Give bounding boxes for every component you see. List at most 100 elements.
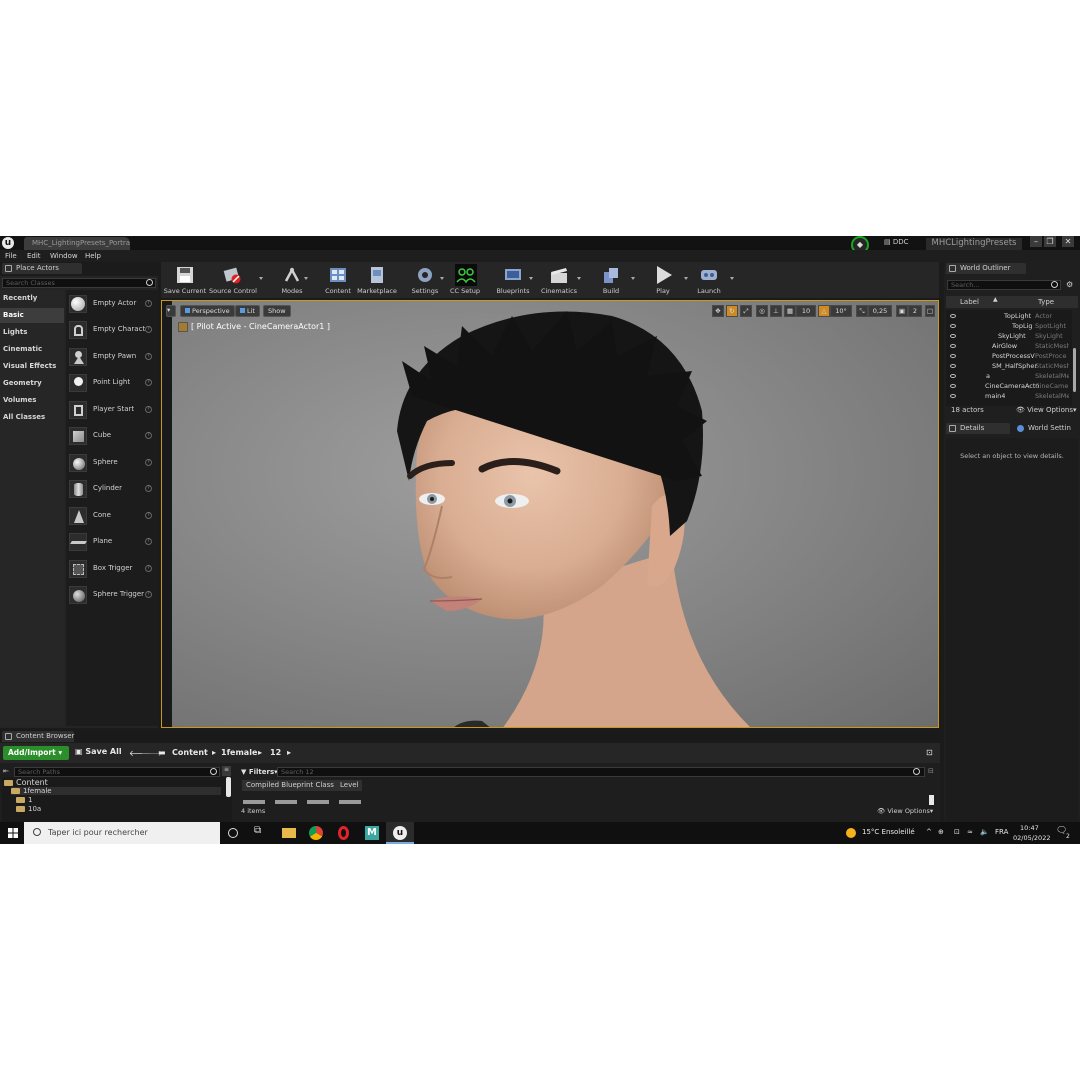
source-control-dropdown-icon[interactable] <box>259 277 263 280</box>
breadcrumb-12[interactable]: 12 <box>270 748 281 757</box>
filters-button[interactable]: ▼ Filters▾ <box>241 768 278 776</box>
level-tab[interactable]: MHC_LightingPresets_Portrai <box>24 237 130 250</box>
asset-search-input[interactable]: Search 12 <box>277 767 925 777</box>
clock-time[interactable]: 10:47 <box>1020 824 1039 832</box>
breadcrumb-separator-icon[interactable]: ▸ <box>287 748 291 757</box>
category-visual-effects[interactable]: Visual Effects <box>0 359 64 374</box>
help-icon[interactable]: ? <box>145 591 152 598</box>
outliner-row[interactable]: SM_HalfSpher StaticMesh <box>946 362 1072 372</box>
unreal-taskbar-button[interactable]: u <box>386 822 414 844</box>
opera-icon[interactable] <box>338 826 349 840</box>
windows-start-icon[interactable] <box>8 828 18 838</box>
modes-dropdown-icon[interactable] <box>304 277 308 280</box>
outliner-row[interactable]: TopLig SpotLight <box>946 322 1072 332</box>
category-cinematic[interactable]: Cinematic <box>0 342 64 357</box>
language-indicator[interactable]: FRA <box>995 828 1008 836</box>
actor-box-trigger[interactable]: Box Trigger ? <box>66 557 158 581</box>
visibility-eye-icon[interactable] <box>950 374 956 378</box>
help-icon[interactable]: ? <box>145 538 152 545</box>
play-button[interactable]: Play <box>645 262 681 298</box>
taskbar-search-box[interactable]: Taper ici pour rechercher <box>24 822 220 844</box>
blueprints-dropdown-icon[interactable] <box>529 277 533 280</box>
build-button[interactable]: Build <box>593 262 629 298</box>
help-icon[interactable]: ? <box>145 300 152 307</box>
grid-snap-value[interactable]: 10 <box>796 305 816 317</box>
save-current-button[interactable]: Save Current <box>163 262 207 298</box>
grid-snap-icon[interactable]: ▦ <box>784 305 796 317</box>
help-icon[interactable]: ? <box>145 326 152 333</box>
actor-sphere[interactable]: Sphere ? <box>66 451 158 475</box>
visibility-eye-icon[interactable] <box>950 384 956 388</box>
chrome-icon[interactable] <box>309 826 323 840</box>
list-view-icon[interactable]: ≡ <box>222 766 231 776</box>
actor-empty-character[interactable]: Empty Charact ? <box>66 318 158 342</box>
actor-plane[interactable]: Plane ? <box>66 530 158 554</box>
lit-button[interactable]: Lit <box>235 305 260 317</box>
tab-world-outliner[interactable]: World Outliner <box>946 263 1026 274</box>
task-view-icon[interactable]: ⧉ <box>254 825 268 839</box>
cortana-icon[interactable] <box>228 828 238 838</box>
category-volumes[interactable]: Volumes <box>0 393 64 408</box>
modes-button[interactable]: Modes <box>273 262 311 298</box>
camera-speed-value[interactable]: 2 <box>908 305 922 317</box>
tree-node-content[interactable]: Content <box>4 778 48 787</box>
settings-dropdown-icon[interactable] <box>440 277 444 280</box>
tab-place-actors[interactable]: Place Actors <box>2 263 82 274</box>
add-import-button[interactable]: Add/Import ▾ <box>3 746 69 760</box>
perspective-button[interactable]: Perspective <box>180 305 235 317</box>
weather-sun-icon[interactable] <box>846 828 856 838</box>
filter-chip-level[interactable]: Level <box>336 780 363 791</box>
visibility-eye-icon[interactable] <box>950 394 956 398</box>
outliner-row[interactable]: main4 SkeletalMe <box>946 392 1072 402</box>
menu-edit[interactable]: Edit <box>27 252 41 260</box>
tray-chevron-up-icon[interactable]: ^ <box>926 828 932 836</box>
world-local-icon[interactable]: ◎ <box>756 305 768 317</box>
launch-button[interactable]: Launch <box>691 262 727 298</box>
volume-icon[interactable]: 🔈 <box>980 828 989 836</box>
visibility-eye-icon[interactable] <box>950 334 956 338</box>
outliner-row[interactable]: a SkeletalMe <box>946 372 1072 382</box>
asset-thumbnails[interactable] <box>243 800 363 804</box>
help-icon[interactable]: ? <box>145 406 152 413</box>
tray-app-icon[interactable]: ⊕ <box>938 828 944 836</box>
tab-world-settings[interactable]: World Settin <box>1014 423 1078 434</box>
play-dropdown-icon[interactable] <box>684 277 688 280</box>
visibility-eye-icon[interactable] <box>950 364 956 368</box>
menu-file[interactable]: File <box>5 252 17 260</box>
outliner-search-input[interactable]: Search... <box>947 280 1061 290</box>
actor-cone[interactable]: Cone ? <box>66 504 158 528</box>
network-icon[interactable]: ⊡ <box>954 828 960 836</box>
lock-icon[interactable]: ⊡ <box>926 748 933 757</box>
column-type-header[interactable]: Type <box>1038 298 1054 306</box>
tree-node-1[interactable]: 1 <box>16 796 32 804</box>
marketplace-button[interactable]: Marketplace <box>355 262 399 298</box>
cc-setup-button[interactable]: CC Setup <box>447 262 483 298</box>
maximize-button[interactable]: ❐ <box>1044 236 1056 247</box>
category-recently-placed[interactable]: Recently Placed <box>0 291 64 317</box>
help-icon[interactable]: ? <box>145 379 152 386</box>
category-basic[interactable]: Basic <box>0 308 64 323</box>
ddc-indicator[interactable]: ▤ DDC <box>884 238 909 246</box>
close-button[interactable]: ✕ <box>1062 236 1074 247</box>
column-label-header[interactable]: Label <box>960 298 979 306</box>
viewport-options-button[interactable]: ▾ <box>166 305 176 317</box>
wifi-icon[interactable]: ≈ <box>967 828 973 836</box>
outliner-row[interactable]: PostProcessV PostProce <box>946 352 1072 362</box>
actor-empty-actor[interactable]: Empty Actor ? <box>66 292 158 316</box>
help-icon[interactable]: ? <box>145 459 152 466</box>
tab-details[interactable]: Details <box>946 423 1010 434</box>
save-search-icon[interactable]: ⊟ <box>928 767 934 775</box>
help-icon[interactable]: ? <box>145 565 152 572</box>
menu-window[interactable]: Window <box>50 252 78 260</box>
outliner-scrollbar[interactable] <box>1073 348 1076 392</box>
help-icon[interactable]: ? <box>145 485 152 492</box>
tab-content-browser[interactable]: Content Browser <box>2 731 74 742</box>
content-view-options[interactable]: 👁 View Options▾ <box>877 807 933 815</box>
search-classes-input[interactable]: Search Classes <box>2 278 156 288</box>
category-all-classes[interactable]: All Classes <box>0 410 64 425</box>
outliner-row[interactable]: SkyLight SkyLight <box>946 332 1072 342</box>
outliner-row[interactable]: CineCameraActo CineCame <box>946 382 1072 392</box>
actor-empty-pawn[interactable]: Empty Pawn ? <box>66 345 158 369</box>
cinematics-dropdown-icon[interactable] <box>577 277 581 280</box>
outliner-view-options[interactable]: 👁 View Options▾ <box>1016 406 1077 414</box>
